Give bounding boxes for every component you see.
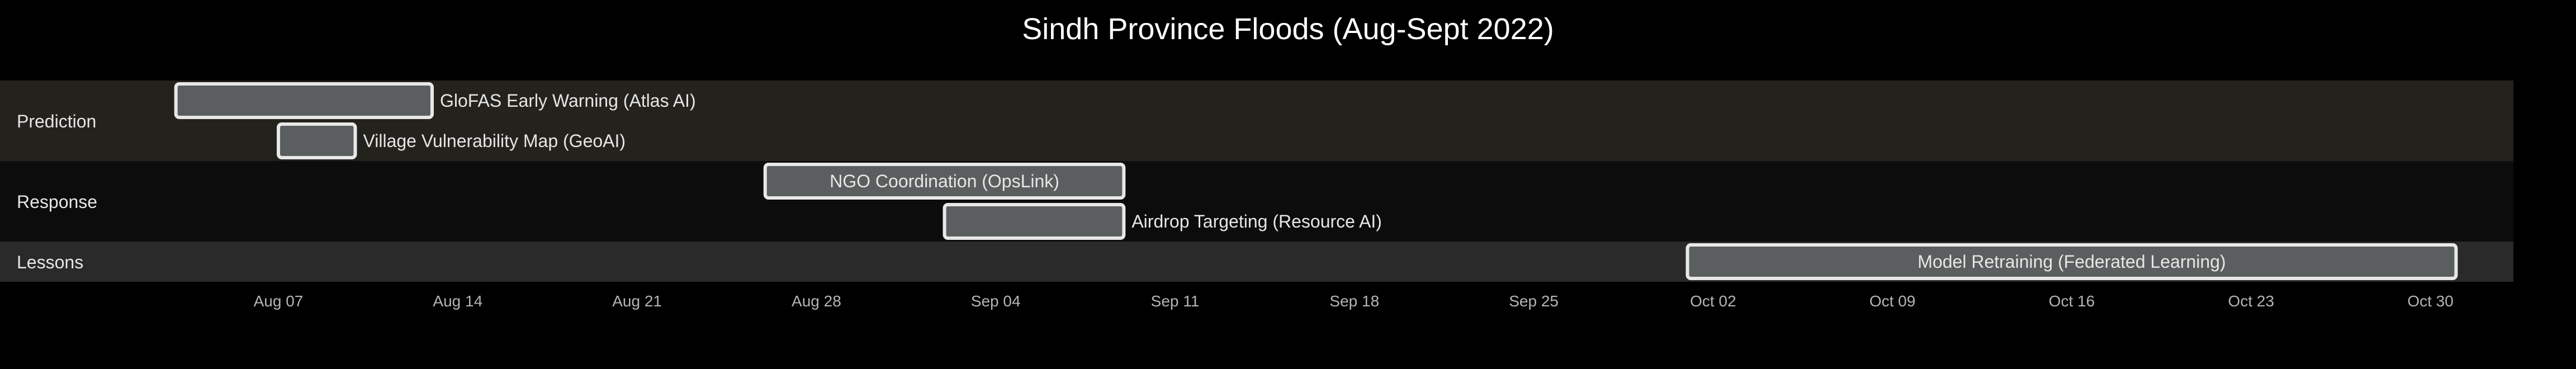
x-tick-label: Oct 16 xyxy=(2049,292,2095,310)
x-tick-label: Aug 07 xyxy=(254,292,304,310)
chart-title: Sindh Province Floods (Aug-Sept 2022) xyxy=(1022,12,1554,46)
x-tick-label: Sep 04 xyxy=(971,292,1021,310)
section-label: Prediction xyxy=(17,111,96,131)
task-bar xyxy=(277,122,357,159)
task-label: Model Retraining (Federated Learning) xyxy=(1917,252,2225,272)
x-tick-label: Oct 02 xyxy=(1690,292,1736,310)
gantt-chart: Sindh Province Floods (Aug-Sept 2022) Pr… xyxy=(0,0,2576,369)
x-tick-label: Aug 14 xyxy=(433,292,482,310)
x-tick-label: Aug 21 xyxy=(612,292,662,310)
task-label: GloFAS Early Warning (Atlas AI) xyxy=(440,91,696,111)
x-tick-label: Sep 25 xyxy=(1509,292,1559,310)
x-tick-label: Oct 23 xyxy=(2228,292,2274,310)
section-label: Lessons xyxy=(17,252,83,272)
task-label: Airdrop Targeting (Resource AI) xyxy=(1131,211,1382,231)
x-tick-label: Oct 30 xyxy=(2407,292,2453,310)
x-tick-label: Oct 09 xyxy=(1869,292,1915,310)
x-tick-label: Aug 28 xyxy=(792,292,841,310)
section-label: Response xyxy=(17,192,97,212)
task-label: NGO Coordination (OpsLink) xyxy=(830,171,1059,191)
task-bar xyxy=(174,82,434,119)
x-tick-label: Sep 18 xyxy=(1329,292,1379,310)
task-bar xyxy=(943,203,1126,240)
task-label: Village Vulnerability Map (GeoAI) xyxy=(363,131,626,151)
x-tick-label: Sep 11 xyxy=(1151,292,1200,310)
